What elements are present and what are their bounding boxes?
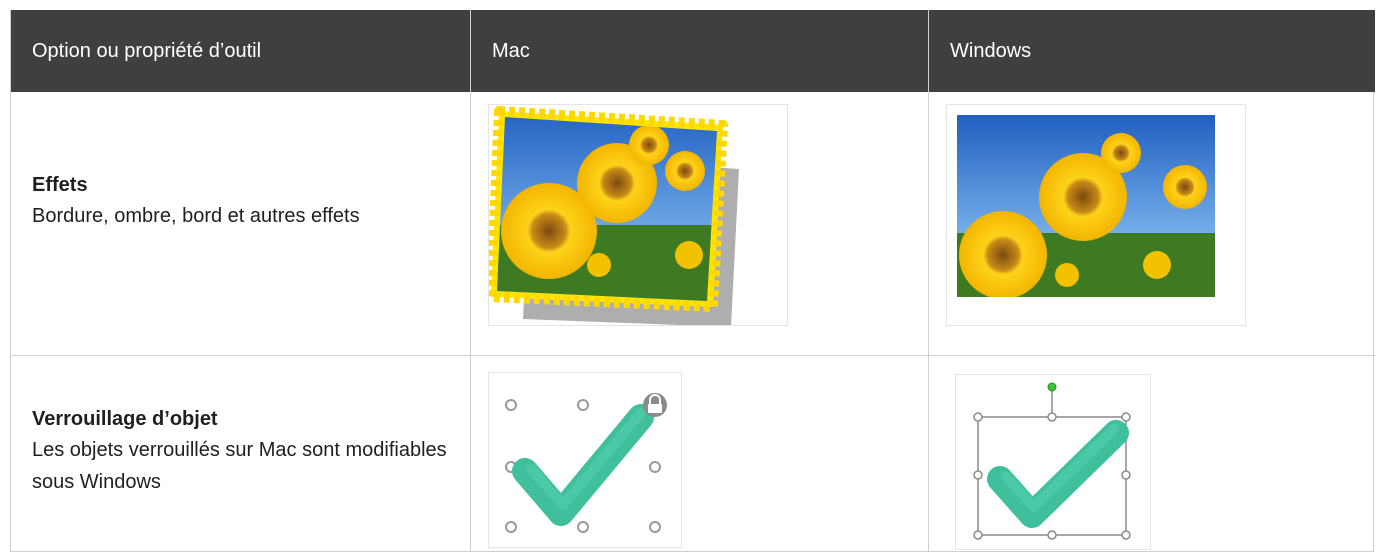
windows-effects-image: [946, 104, 1246, 326]
windows-lock-image: [955, 374, 1151, 550]
header-option: Option ou propriété d’outil: [11, 10, 471, 92]
rotation-handle-icon: [1047, 382, 1057, 392]
sunflower-plain-image: [957, 115, 1215, 297]
row-title: Effets: [32, 174, 88, 196]
editable-checkmark-image: [973, 382, 1131, 540]
locked-checkmark-image: [505, 393, 667, 533]
mac-effects-image: [486, 104, 788, 327]
header-windows: Windows: [950, 40, 1032, 62]
mac-cell: [471, 92, 929, 355]
sunflower-wavy-image: [486, 106, 739, 327]
lock-icon: [643, 393, 667, 417]
mac-cell: [471, 356, 929, 552]
header-mac: Mac: [471, 10, 929, 92]
row-label-cell: Verrouillage d’objet Les objets verrouil…: [11, 356, 471, 552]
table-row: Effets Bordure, ombre, bord et autres ef…: [11, 92, 1375, 356]
table-row: Verrouillage d’objet Les objets verrouil…: [11, 356, 1375, 552]
windows-cell: [929, 92, 1375, 355]
row-description: Bordure, ombre, bord et autres effets: [32, 205, 360, 227]
table-header: Option ou propriété d’outil Mac Windows: [11, 10, 1375, 92]
row-label-cell: Effets Bordure, ombre, bord et autres ef…: [11, 92, 471, 355]
comparison-table: Option ou propriété d’outil Mac Windows …: [10, 10, 1375, 552]
windows-cell: [929, 356, 1375, 552]
row-description: Les objets verrouillés sur Mac sont modi…: [32, 439, 447, 493]
row-title: Verrouillage d’objet: [32, 408, 218, 430]
mac-lock-image: [488, 372, 682, 548]
